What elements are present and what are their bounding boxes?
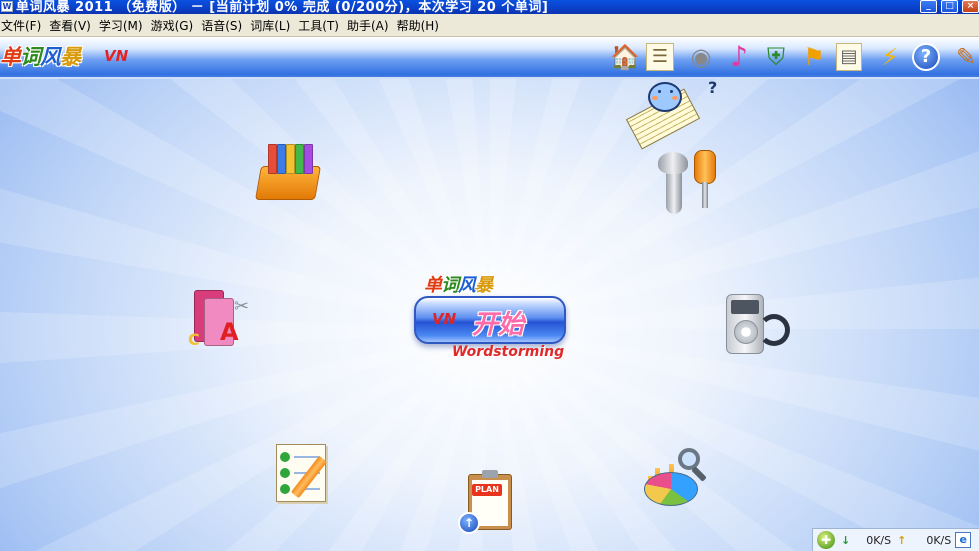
assistant-icon[interactable]: ⚑: [798, 41, 830, 73]
menu-tools[interactable]: 工具(T): [297, 17, 346, 34]
study-plan-icon[interactable]: PLAN ↑: [456, 470, 536, 551]
app-logo: 单词风暴: [0, 45, 81, 69]
help-icon[interactable]: ?: [912, 43, 940, 71]
title-bar: W 单词风暴 2011 （免费版） － [当前计划 0% 完成 (0/200分)…: [0, 0, 979, 14]
word-library-icon[interactable]: [252, 144, 332, 224]
word-list-icon[interactable]: ☰: [646, 43, 674, 71]
palette-icon[interactable]: ✎: [950, 41, 979, 73]
learn-words-icon[interactable]: A C ✂: [186, 288, 266, 368]
menu-game[interactable]: 游戏(G): [150, 17, 201, 34]
brand-english-name: Wordstorming: [452, 344, 565, 360]
start-button[interactable]: VN 开始: [414, 296, 566, 344]
network-icon[interactable]: ⚡: [874, 41, 906, 73]
menu-wordbank[interactable]: 词库(L): [249, 17, 297, 34]
start-brand-mark: VN: [432, 310, 457, 328]
speaker-icon[interactable]: ◉: [685, 41, 717, 73]
plan-tag: PLAN: [472, 484, 502, 496]
maximize-button[interactable]: □: [941, 0, 958, 13]
menu-assistant[interactable]: 助手(A): [346, 17, 396, 34]
start-label: 开始: [472, 310, 525, 340]
window-title: 单词风暴 2011 （免费版） － [当前计划 0% 完成 (0/200分)，本…: [16, 0, 549, 14]
menu-study[interactable]: 学习(M): [98, 17, 150, 34]
audio-player-icon[interactable]: [724, 290, 804, 370]
upload-icon: ↑: [458, 512, 480, 534]
toolbar: 单词风暴 VN 🏠 ☰ ◉ ♪ ⛨ ⚑ ▤ ⚡ ? ✎: [0, 37, 979, 77]
tools-icon[interactable]: [652, 146, 732, 226]
close-button[interactable]: ×: [962, 0, 979, 13]
menu-view[interactable]: 查看(V): [48, 17, 98, 34]
menu-file[interactable]: 文件(F): [0, 17, 48, 34]
music-icon[interactable]: ♪: [723, 41, 755, 73]
test-checklist-icon[interactable]: [270, 442, 350, 522]
center-logo: 单词风暴: [424, 275, 493, 296]
browser-icon[interactable]: e: [955, 532, 972, 548]
download-arrow-icon: ↓: [841, 533, 851, 547]
upload-speed: 0K/S: [926, 533, 952, 547]
brand-mark: VN: [104, 47, 129, 65]
statistics-icon[interactable]: [642, 446, 722, 526]
status-bar: ✚ ↓ 0K/S ↑ 0K/S e: [812, 528, 979, 551]
menu-voice[interactable]: 语音(S): [200, 17, 249, 34]
minimize-button[interactable]: _: [920, 0, 937, 13]
menu-help[interactable]: 帮助(H): [396, 17, 446, 34]
download-speed: 0K/S: [866, 533, 892, 547]
upload-arrow-icon: ↑: [897, 533, 907, 547]
mascot-cat[interactable]: ?: [625, 78, 717, 152]
question-mark-icon: ?: [708, 78, 718, 97]
notes-icon[interactable]: ▤: [836, 43, 862, 71]
home-icon[interactable]: 🏠: [609, 41, 641, 73]
green-plus-icon[interactable]: ✚: [817, 531, 835, 549]
shield-icon[interactable]: ⛨: [760, 41, 792, 73]
menu-bar: 文件(F) 查看(V) 学习(M) 游戏(G) 语音(S) 词库(L) 工具(T…: [0, 14, 979, 37]
app-icon: W: [1, 1, 13, 12]
